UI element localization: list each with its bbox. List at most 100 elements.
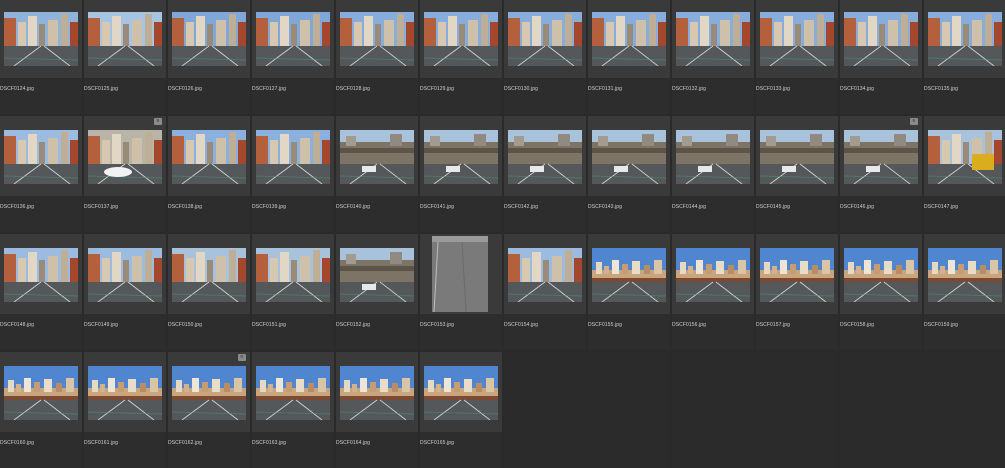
photo-thumbnail[interactable] — [4, 12, 78, 66]
thumbnail-cell[interactable]: ≡ DSCF0162.jpg — [168, 352, 250, 468]
photo-thumbnail[interactable] — [760, 248, 834, 302]
thumbnail-cell[interactable]: DSCF0151.jpg — [252, 234, 334, 350]
thumbnail-cell[interactable]: DSCF0149.jpg — [84, 234, 166, 350]
file-name-label: DSCF0161.jpg — [84, 440, 118, 446]
thumbnail-cell[interactable]: DSCF0145.jpg — [756, 116, 838, 232]
thumbnail-cell[interactable]: DSCF0156.jpg — [672, 234, 754, 350]
thumbnail-cell[interactable]: DSCF0141.jpg — [420, 116, 502, 232]
photo-thumbnail[interactable] — [88, 248, 162, 302]
photo-thumbnail[interactable] — [424, 130, 498, 184]
thumbnail-cell[interactable]: ≡ DSCF0137.jpg — [84, 116, 166, 232]
thumbnail-well — [504, 234, 586, 314]
thumbnail-cell[interactable]: DSCF0150.jpg — [168, 234, 250, 350]
photo-thumbnail[interactable] — [508, 130, 582, 184]
thumbnail-cell[interactable]: DSCF0128.jpg — [336, 0, 418, 114]
thumbnail-cell[interactable]: DSCF0148.jpg — [0, 234, 82, 350]
thumbnail-cell[interactable]: DSCF0147.jpg — [924, 116, 1005, 232]
photo-thumbnail[interactable] — [844, 12, 918, 66]
photo-thumbnail[interactable] — [256, 12, 330, 66]
photo-thumbnail[interactable] — [4, 248, 78, 302]
thumbnail-cell[interactable]: DSCF0165.jpg — [420, 352, 502, 468]
thumbnail-cell[interactable]: DSCF0152.jpg — [336, 234, 418, 350]
photo-thumbnail[interactable] — [676, 130, 750, 184]
photo-thumbnail[interactable] — [424, 366, 498, 420]
photo-thumbnail[interactable] — [256, 130, 330, 184]
thumbnail-cell[interactable]: DSCF0153.jpg — [420, 234, 502, 350]
thumbnail-cell[interactable]: DSCF0159.jpg — [924, 234, 1005, 350]
photo-thumbnail[interactable] — [4, 130, 78, 184]
photo-thumbnail[interactable] — [508, 248, 582, 302]
photo-thumbnail[interactable] — [340, 130, 414, 184]
thumbnail-cell[interactable]: DSCF0132.jpg — [672, 0, 754, 114]
thumbnail-cell[interactable]: DSCF0140.jpg — [336, 116, 418, 232]
photo-thumbnail[interactable] — [928, 130, 1002, 184]
thumbnail-cell[interactable]: DSCF0161.jpg — [84, 352, 166, 468]
thumbnail-cell[interactable]: DSCF0125.jpg — [84, 0, 166, 114]
photo-thumbnail[interactable] — [172, 248, 246, 302]
thumbnail-cell[interactable]: DSCF0126.jpg — [168, 0, 250, 114]
thumbnail-well — [252, 116, 334, 196]
thumbnail-cell[interactable]: DSCF0135.jpg — [924, 0, 1005, 114]
thumbnail-cell[interactable]: DSCF0131.jpg — [588, 0, 670, 114]
photo-thumbnail[interactable] — [592, 130, 666, 184]
thumbnail-cell[interactable]: DSCF0142.jpg — [504, 116, 586, 232]
thumbnail-cell[interactable]: DSCF0139.jpg — [252, 116, 334, 232]
photo-thumbnail[interactable] — [844, 248, 918, 302]
photo-thumbnail[interactable] — [676, 12, 750, 66]
thumbnail-cell[interactable]: DSCF0160.jpg — [0, 352, 82, 468]
photo-thumbnail[interactable] — [844, 130, 918, 184]
photo-thumbnail[interactable] — [592, 248, 666, 302]
photo-thumbnail[interactable] — [340, 366, 414, 420]
photo-thumbnail[interactable] — [88, 366, 162, 420]
thumbnail-cell[interactable]: DSCF0138.jpg — [168, 116, 250, 232]
thumbnail-cell[interactable]: DSCF0130.jpg — [504, 0, 586, 114]
thumbnail-well — [756, 0, 838, 78]
thumbnail-cell[interactable]: DSCF0124.jpg — [0, 0, 82, 114]
thumbnail-well — [672, 116, 754, 196]
thumbnail-cell[interactable]: DSCF0127.jpg — [252, 0, 334, 114]
photo-thumbnail[interactable] — [928, 248, 1002, 302]
photo-thumbnail[interactable] — [256, 366, 330, 420]
photo-thumbnail[interactable] — [928, 12, 1002, 66]
photo-thumbnail[interactable] — [256, 248, 330, 302]
photo-thumbnail[interactable] — [432, 236, 488, 312]
photo-thumbnail[interactable] — [172, 12, 246, 66]
photo-thumbnail[interactable] — [88, 130, 162, 184]
file-name-label: DSCF0159.jpg — [924, 322, 958, 328]
thumbnail-cell[interactable]: DSCF0154.jpg — [504, 234, 586, 350]
thumbnail-cell[interactable]: DSCF0157.jpg — [756, 234, 838, 350]
photo-thumbnail[interactable] — [592, 12, 666, 66]
photo-thumbnail[interactable] — [760, 12, 834, 66]
thumbnail-cell[interactable]: DSCF0134.jpg — [840, 0, 922, 114]
photo-thumbnail[interactable] — [340, 248, 414, 302]
thumbnail-cell[interactable]: DSCF0136.jpg — [0, 116, 82, 232]
thumbnail-cell[interactable]: DSCF0129.jpg — [420, 0, 502, 114]
thumbnail-cell[interactable]: DSCF0158.jpg — [840, 234, 922, 350]
file-name-label: DSCF0128.jpg — [336, 86, 370, 92]
thumbnail-cell[interactable]: ≡ DSCF0146.jpg — [840, 116, 922, 232]
file-name-label: DSCF0142.jpg — [504, 204, 538, 210]
thumbnail-well — [168, 116, 250, 196]
file-name-label: DSCF0144.jpg — [672, 204, 706, 210]
photo-thumbnail[interactable] — [424, 12, 498, 66]
thumbnail-cell[interactable]: DSCF0155.jpg — [588, 234, 670, 350]
metadata-badge-icon: ≡ — [910, 118, 918, 125]
file-name-label: DSCF0133.jpg — [756, 86, 790, 92]
thumbnail-cell[interactable]: DSCF0144.jpg — [672, 116, 754, 232]
thumbnail-cell[interactable]: DSCF0163.jpg — [252, 352, 334, 468]
thumbnail-cell[interactable]: DSCF0133.jpg — [756, 0, 838, 114]
photo-thumbnail[interactable] — [760, 130, 834, 184]
photo-thumbnail[interactable] — [508, 12, 582, 66]
thumbnail-cell[interactable]: DSCF0143.jpg — [588, 116, 670, 232]
file-name-label: DSCF0124.jpg — [0, 86, 34, 92]
thumbnail-well — [840, 0, 922, 78]
photo-thumbnail[interactable] — [172, 130, 246, 184]
photo-thumbnail[interactable] — [676, 248, 750, 302]
photo-thumbnail[interactable] — [340, 12, 414, 66]
photo-thumbnail[interactable] — [4, 366, 78, 420]
photo-thumbnail[interactable] — [88, 12, 162, 66]
thumbnail-cell[interactable]: DSCF0164.jpg — [336, 352, 418, 468]
thumbnail-well — [336, 352, 418, 432]
file-name-label: DSCF0137.jpg — [84, 204, 118, 210]
photo-thumbnail[interactable] — [172, 366, 246, 420]
